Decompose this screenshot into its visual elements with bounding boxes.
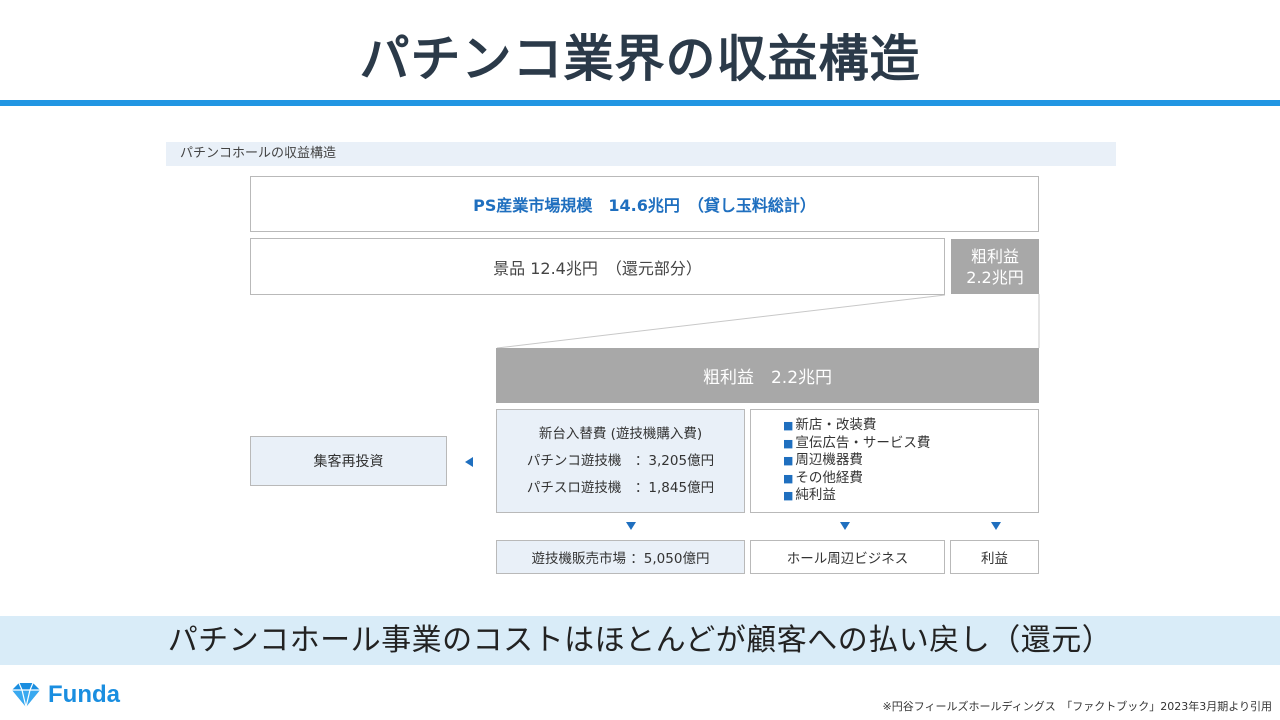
new-machine-heading: 新台入替費 (遊技機購入費) (538, 425, 703, 442)
prizes-box: 景品 12.4兆円 （還元部分） (250, 238, 945, 295)
arrow-left-icon (465, 457, 473, 467)
pachinko-machine-cost: パチンコ遊技機 ：3,205億円 (526, 452, 715, 469)
market-size-box: PS産業市場規模 14.6兆円 （貸し玉料総計） (250, 176, 1039, 232)
title-divider (0, 100, 1280, 106)
square-bullet-icon: ■ (783, 489, 794, 503)
cost-item: ■ その他経費 (783, 469, 863, 486)
cost-item: ■ 宣伝広告・サービス費 (783, 434, 931, 451)
arrow-down-icon (626, 522, 636, 530)
logo-text: Funda (48, 681, 120, 708)
cost-item: ■ 周辺機器費 (783, 452, 863, 469)
section-label: パチンコホールの収益構造 (166, 142, 1116, 166)
gross-profit-small-box: 粗利益 2.2兆円 (951, 239, 1039, 294)
arrow-down-icon (840, 522, 850, 530)
arrow-down-icon (991, 522, 1001, 530)
source-footnote: ※円谷フィールズホールディングス 「ファクトブック」2023年3月期より引用 (882, 700, 1273, 713)
hall-peripheral-business-box: ホール周辺ビジネス (750, 540, 945, 574)
machine-sales-market-box: 遊技機販売市場 ：5,050億円 (496, 540, 745, 574)
profit-box: 利益 (950, 540, 1039, 574)
square-bullet-icon: ■ (783, 419, 794, 433)
cost-item: ■ 純利益 (783, 487, 836, 504)
gross-small-value: 2.2兆円 (966, 267, 1024, 287)
page-title: パチンコ業界の収益構造 (359, 30, 921, 88)
square-bullet-icon: ■ (783, 471, 794, 485)
cost-item: ■ 新店・改装費 (783, 417, 877, 434)
other-costs-box: ■ 新店・改装費 ■ 宣伝広告・サービス費 ■ 周辺機器費 ■ その他経費 ■ 純利益 (750, 409, 1039, 513)
new-machine-cost-box: 新台入替費 (遊技機購入費) パチンコ遊技機 ：3,205億円 パチスロ遊技機 … (496, 409, 745, 513)
square-bullet-icon: ■ (783, 454, 794, 468)
reinvestment-box: 集客再投資 (250, 436, 447, 486)
gross-profit-box: 粗利益 2.2兆円 (496, 348, 1039, 403)
diamond-icon (12, 682, 40, 708)
funda-logo: Funda (10, 681, 120, 709)
summary-band: パチンコホール事業のコストはほとんどが顧客への払い戻し（還元） (0, 616, 1280, 665)
pachislot-machine-cost: パチスロ遊技機 ：1,845億円 (526, 479, 715, 496)
square-bullet-icon: ■ (783, 436, 794, 450)
gross-small-label: 粗利益 (970, 246, 1019, 266)
